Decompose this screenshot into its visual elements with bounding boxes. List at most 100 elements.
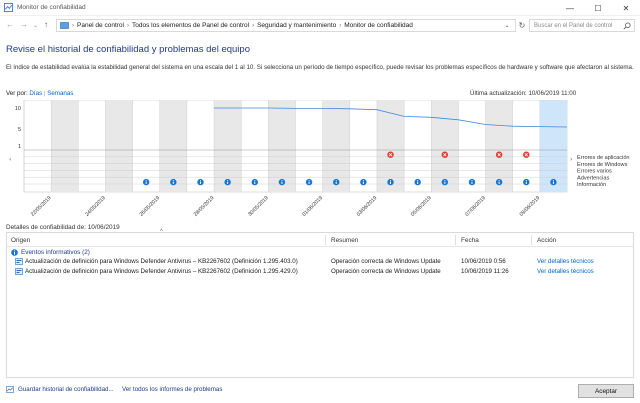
view-by-weeks-link[interactable]: Semanas [47, 90, 73, 97]
group-informative-events[interactable]: Eventos informativos (2) [11, 249, 90, 256]
details-table: Origen Resumen Fecha Acción Eventos info… [6, 232, 634, 378]
event-row-label: Errores de aplicación [577, 155, 630, 161]
control-panel-icon [60, 21, 69, 29]
row-origen: Actualización de definición para Windows… [25, 268, 298, 275]
row-fecha: 10/06/2019 11:26 [461, 268, 509, 275]
info-icon-dot [145, 180, 147, 182]
page-title: Revise el historial de confiabilidad y p… [6, 44, 250, 55]
column-divider[interactable] [325, 235, 326, 245]
x-tick-label: 26/05/2019 [139, 195, 162, 218]
column-divider[interactable] [455, 235, 456, 245]
save-history-label: Guardar historial de confiabilidad... [18, 386, 114, 393]
address-bar: ← → ⌄ ↑ › Panel de control › Todos los e… [0, 16, 640, 34]
info-icon-stem [552, 181, 554, 184]
search-input[interactable]: Buscar en el Panel de control [529, 19, 635, 32]
refresh-icon[interactable]: ↻ [516, 19, 528, 32]
maximize-icon: ☐ [594, 3, 602, 13]
x-tick-label: 01/06/2019 [301, 195, 324, 218]
table-header: Origen Resumen Fecha Acción [7, 233, 633, 247]
scroll-left-icon[interactable]: ‹ [9, 156, 11, 163]
page-description: El índice de estabilidad evalúa la estab… [6, 64, 634, 71]
view-reports-label: Ver todos los informes de problemas [122, 386, 223, 393]
maximize-button[interactable]: ☐ [584, 0, 612, 16]
last-update: Última actualización: 10/06/2019 11:00 [470, 90, 577, 97]
info-icon-stem [308, 181, 310, 184]
day-column-shade [105, 100, 133, 192]
address-dropdown-icon[interactable]: ⌄ [500, 19, 514, 32]
breadcrumb-security[interactable]: Seguridad y mantenimiento [257, 22, 336, 29]
day-column-shade [51, 100, 79, 192]
up-arrow-icon[interactable]: ↑ [44, 20, 48, 29]
windows-update-icon [15, 258, 23, 265]
save-history-link[interactable]: Guardar historial de confiabilidad... [6, 386, 114, 393]
info-icon-dot [172, 180, 174, 182]
x-tick-label: 03/06/2019 [356, 195, 379, 218]
column-divider[interactable] [531, 235, 532, 245]
window-title: Monitor de confiabilidad [17, 4, 86, 11]
info-icon-stem [498, 181, 500, 184]
info-icon-dot [335, 180, 337, 182]
info-icon-stem [390, 181, 392, 184]
x-tick-label: 22/05/2019 [30, 195, 53, 218]
col-origen[interactable]: Origen [11, 237, 30, 244]
info-icon-stem [172, 181, 174, 184]
day-column-shade [159, 100, 187, 192]
table-row[interactable]: Actualización de definición para Windows… [15, 257, 631, 267]
info-icon-stem [444, 181, 446, 184]
back-arrow-icon[interactable]: ← [6, 20, 14, 29]
forward-arrow-icon[interactable]: → [20, 20, 28, 29]
info-icon-stem [145, 181, 147, 184]
y-tick-label: 10 [15, 106, 21, 112]
info-icon-dot [362, 180, 364, 182]
address-box[interactable]: › Panel de control › Todos los elementos… [56, 19, 516, 32]
accept-button[interactable]: Aceptar [578, 384, 634, 398]
breadcrumb-all-items[interactable]: Todos los elementos de Panel de control [132, 22, 249, 29]
breadcrumb-reliability[interactable]: Monitor de confiabilidad [344, 22, 413, 29]
info-icon-dot [525, 180, 527, 182]
info-icon-stem [417, 181, 419, 184]
view-by-days-link[interactable]: Días [29, 90, 42, 97]
scroll-right-icon[interactable]: › [570, 156, 572, 163]
minimize-button[interactable]: — [556, 0, 584, 16]
view-technical-details-link[interactable]: Ver detalles técnicos [537, 258, 594, 265]
info-icon-dot [254, 180, 256, 182]
info-icon-stem [471, 181, 473, 184]
breadcrumb-separator-icon: › [252, 22, 255, 29]
reliability-chart[interactable]: 10 5 1 Errores de aplicaciónErrores de Wind… [6, 100, 634, 218]
close-button[interactable]: ✕ [612, 0, 640, 16]
info-icon-dot [471, 180, 473, 182]
x-tick-label: 28/05/2019 [193, 195, 216, 218]
row-resumen: Operación correcta de Windows Update [331, 258, 441, 265]
view-technical-details-link[interactable]: Ver detalles técnicos [537, 268, 594, 275]
recent-dropdown-icon[interactable]: ⌄ [33, 22, 38, 29]
col-accion[interactable]: Acción [537, 237, 556, 244]
app-icon [4, 3, 13, 12]
row-fecha: 10/06/2019 0:56 [461, 258, 506, 265]
day-column-shade [322, 100, 350, 192]
table-row[interactable]: Actualización de definición para Windows… [15, 267, 631, 277]
windows-update-icon [15, 268, 23, 275]
info-icon-dot [281, 180, 283, 182]
x-tick-label: 07/06/2019 [464, 195, 487, 218]
x-tick-label: 30/05/2019 [247, 195, 270, 218]
col-resumen[interactable]: Resumen [331, 237, 358, 244]
breadcrumb-separator-icon: › [72, 22, 74, 29]
col-fecha[interactable]: Fecha [461, 237, 479, 244]
view-reports-link[interactable]: Ver todos los informes de problemas [122, 386, 222, 393]
y-tick-label: 5 [18, 127, 21, 133]
info-icon-dot [444, 180, 446, 182]
info-icon-dot [199, 180, 201, 182]
day-column-shade [214, 100, 242, 192]
report-icon [6, 386, 14, 393]
details-label: Detalles de confiabilidad de: 10/06/2019 [6, 224, 120, 231]
event-row-label: Errores varios [577, 169, 612, 175]
info-icon-stem [335, 181, 337, 184]
x-tick-label: 09/06/2019 [519, 195, 542, 218]
breadcrumb-control-panel[interactable]: Panel de control [77, 22, 124, 29]
row-origen: Actualización de definición para Windows… [25, 258, 298, 265]
day-column-shade [376, 100, 405, 192]
info-icon-stem [199, 181, 201, 184]
breadcrumb-separator-icon: › [339, 22, 342, 29]
row-resumen: Operación correcta de Windows Update [331, 268, 441, 275]
title-bar: Monitor de confiabilidad — ☐ ✕ [0, 0, 640, 16]
